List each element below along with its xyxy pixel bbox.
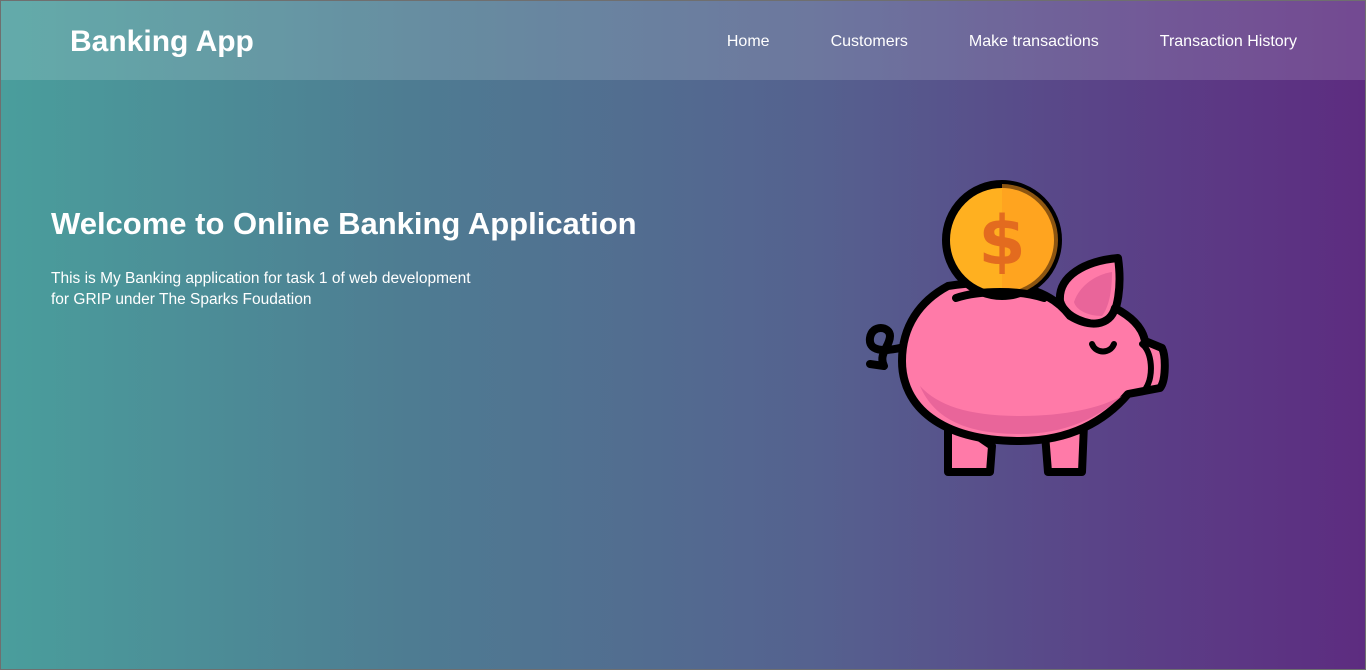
coin-icon: $ [942,180,1062,300]
hero-title: Welcome to Online Banking Application [51,206,637,241]
piggy-bank-icon: $ [866,180,1169,476]
nav-make-transactions-link[interactable]: Make transactions [969,31,1099,53]
navbar: Banking App Home Customers Make transact… [1,1,1365,80]
hero-description: This is My Banking application for task … [51,268,501,310]
nav-home-link[interactable]: Home [727,31,770,53]
nav-links: Home Customers Make transactions Transac… [727,31,1297,53]
nav-transaction-history-link[interactable]: Transaction History [1160,31,1297,53]
nav-customers-link[interactable]: Customers [831,31,908,53]
hero-description-line-2: for GRIP under The Sparks Foudation [51,291,312,308]
hero-description-line-1: This is My Banking application for task … [51,270,471,287]
coin-symbol: $ [978,202,1025,281]
brand-title[interactable]: Banking App [70,23,254,61]
